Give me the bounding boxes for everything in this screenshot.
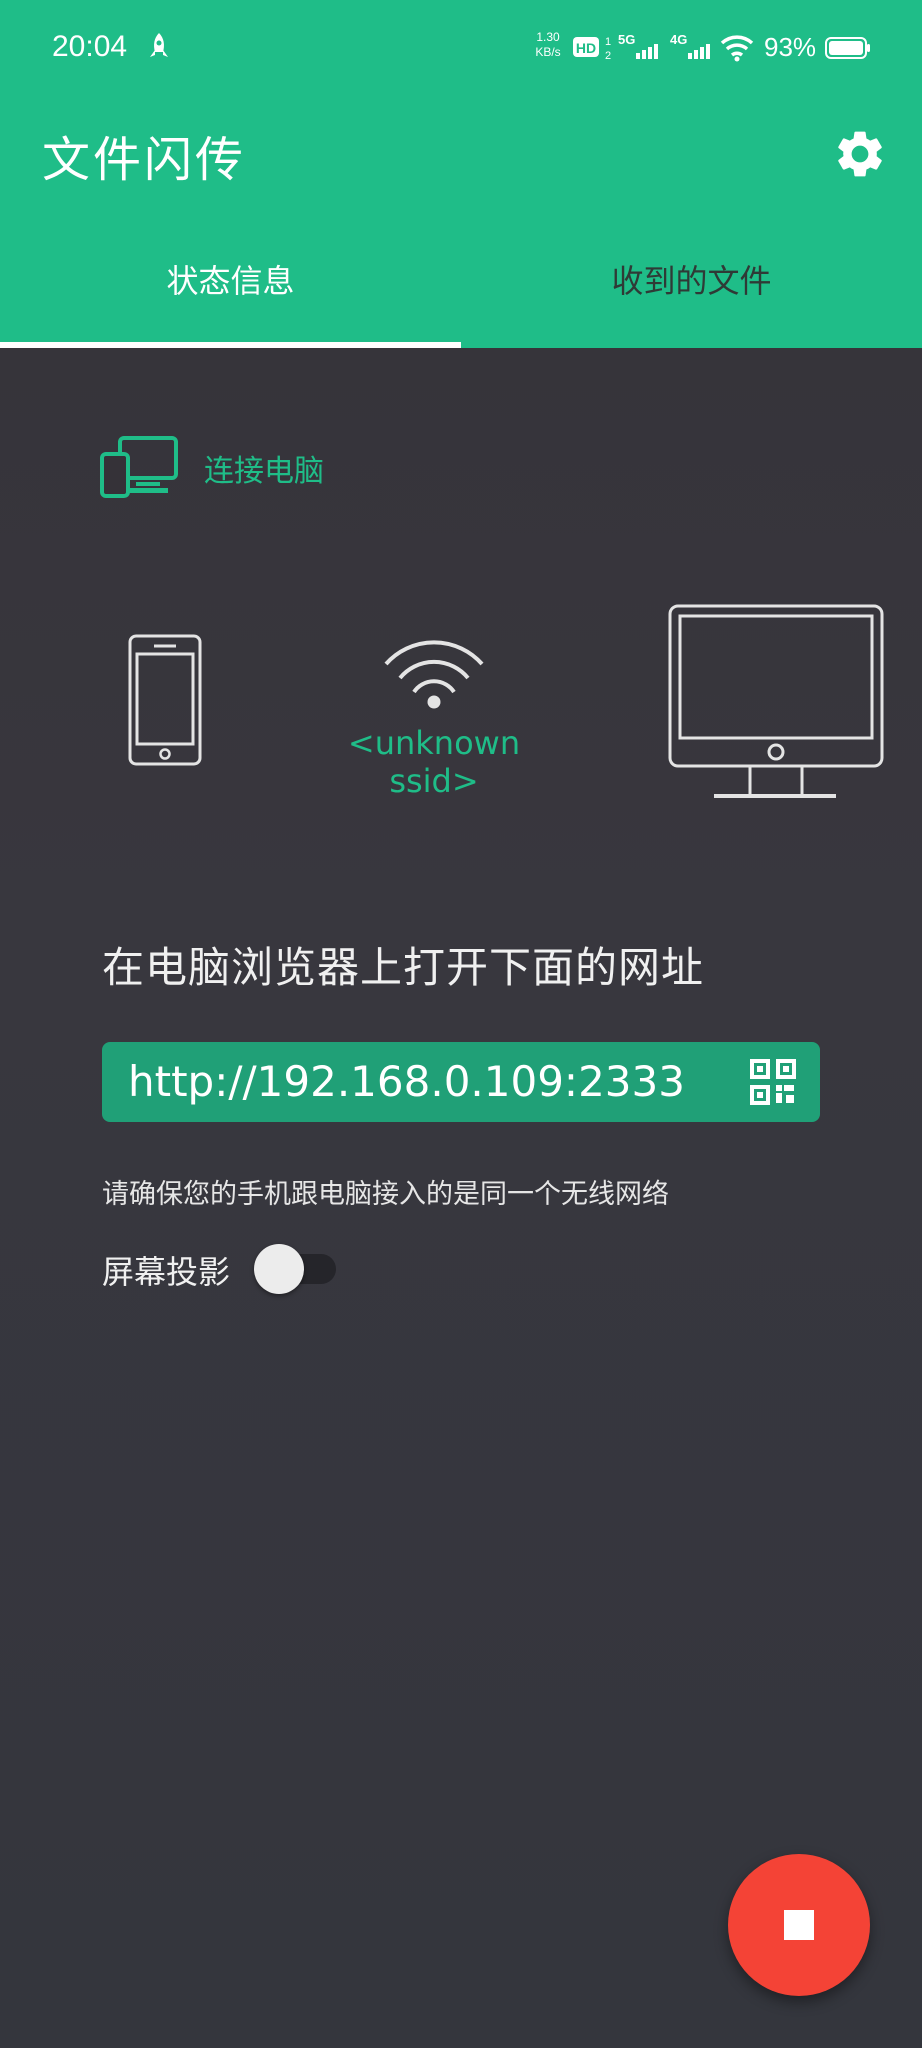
signal-4g-icon: 4G: [670, 32, 710, 59]
tab-indicator: [0, 342, 461, 348]
signal-4g-label: 4G: [670, 32, 687, 47]
network-speed: 1.30 KB/s: [533, 30, 563, 60]
status-bar: 20:04 1.30 KB/s HD 1 2 5G 4G 93%: [0, 0, 922, 96]
tab-received-files[interactable]: 收到的文件: [461, 256, 922, 316]
monitor-illustration: [668, 604, 884, 798]
hd-badge-text: HD: [576, 40, 596, 56]
svg-text:2: 2: [605, 50, 611, 62]
network-speed-value: 1.30: [536, 30, 560, 44]
url-text[interactable]: http://192.168.0.109:2333: [128, 1057, 685, 1106]
phone-illustration: [128, 634, 202, 766]
tab-status-info[interactable]: 状态信息: [0, 256, 461, 316]
app-header: 20:04 1.30 KB/s HD 1 2 5G 4G 93% 文件闪传 状态…: [0, 0, 922, 348]
wifi-status-icon: [720, 35, 754, 62]
connect-computer-label: 连接电脑: [204, 454, 324, 489]
rocket-icon: [150, 33, 168, 57]
status-time: 20:04: [52, 30, 128, 63]
screen-mirror-toggle[interactable]: [254, 1244, 338, 1294]
screen-mirror-label: 屏幕投影: [102, 1253, 231, 1291]
battery-percent: 93%: [764, 32, 817, 62]
signal-5g-icon: 5G: [618, 32, 658, 59]
battery-icon: [825, 37, 870, 59]
instruction-text: 在电脑浏览器上打开下面的网址: [102, 943, 705, 992]
qr-code-icon[interactable]: [750, 1059, 796, 1105]
gear-icon[interactable]: [832, 126, 888, 182]
app-title: 文件闪传: [42, 132, 247, 188]
svg-text:1: 1: [605, 36, 611, 48]
devices-icon: [100, 436, 178, 498]
hd-voice-icon: HD 1 2: [573, 36, 611, 62]
ssid-label: <unknown ssid>: [347, 724, 521, 800]
stop-icon: [784, 1910, 814, 1940]
stop-button[interactable]: [728, 1854, 870, 1996]
url-box[interactable]: http://192.168.0.109:2333: [102, 1042, 820, 1122]
same-network-hint: 请确保您的手机跟电脑接入的是同一个无线网络: [102, 1179, 669, 1210]
toggle-thumb: [254, 1244, 304, 1294]
network-speed-unit: KB/s: [535, 45, 561, 59]
wifi-icon: [384, 640, 484, 709]
signal-5g-label: 5G: [618, 32, 635, 47]
